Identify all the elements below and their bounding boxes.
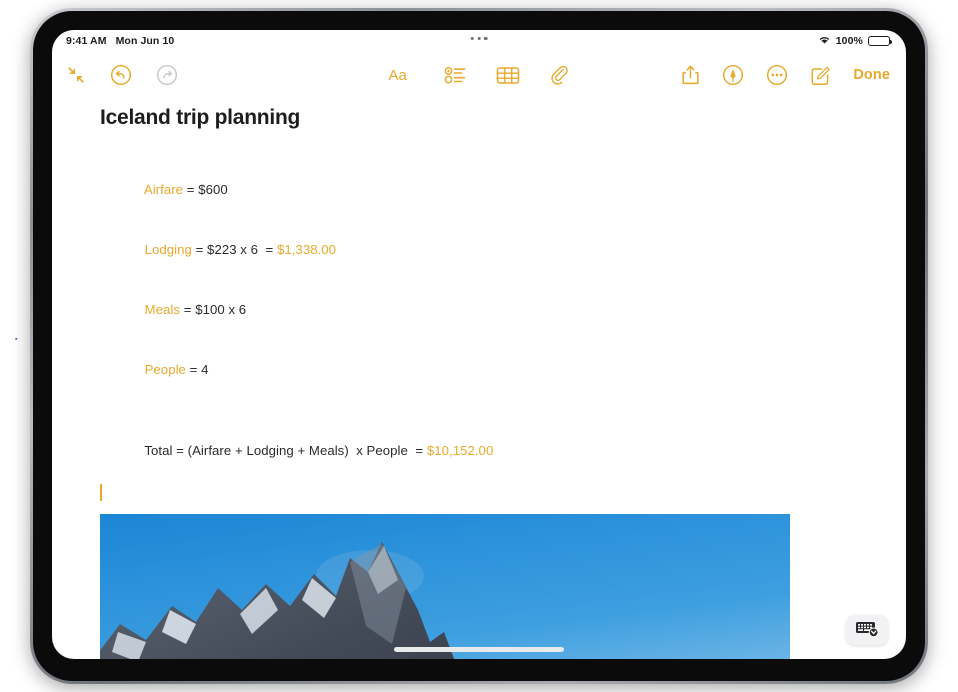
calc-variable: People bbox=[144, 362, 186, 377]
calc-total-line: Total = (Airfare + Lodging + Meals) x Pe… bbox=[100, 421, 906, 481]
keyboard-dismiss-icon bbox=[855, 620, 879, 641]
calculation-block: Airfare = $600 Lodging = $223 x 6 = $1,3… bbox=[100, 160, 906, 481]
redo-icon bbox=[156, 64, 178, 86]
text-format-button[interactable]: Aa bbox=[389, 65, 415, 85]
home-indicator[interactable] bbox=[394, 647, 564, 652]
mountain-photo-image bbox=[100, 514, 790, 659]
calc-result: $1,338.00 bbox=[276, 242, 337, 257]
attachment-button[interactable] bbox=[550, 65, 570, 86]
redo-button[interactable] bbox=[156, 64, 178, 86]
keyboard-dismiss-button[interactable] bbox=[846, 615, 888, 645]
status-bar: 9:41 AM Mon Jun 10 100% bbox=[52, 30, 906, 52]
table-icon bbox=[496, 66, 520, 85]
calc-variable: Meals bbox=[144, 302, 181, 317]
markup-button[interactable] bbox=[722, 64, 744, 86]
collapse-button[interactable] bbox=[66, 65, 86, 85]
note-body[interactable]: Iceland trip planning Airfare = $600 Lod… bbox=[52, 98, 906, 659]
calc-line: Meals = $100 x 6 bbox=[100, 280, 906, 340]
undo-icon bbox=[110, 64, 132, 86]
table-button[interactable] bbox=[496, 66, 520, 85]
wifi-icon bbox=[818, 35, 831, 48]
text-cursor bbox=[100, 484, 102, 501]
handle-dot bbox=[477, 37, 481, 41]
calc-expression: = $100 x 6 bbox=[180, 302, 247, 317]
calc-variable: Airfare bbox=[143, 182, 184, 197]
svg-text:Aa: Aa bbox=[389, 67, 408, 84]
more-ellipsis-icon bbox=[766, 64, 788, 86]
calc-total-expression: Total = (Airfare + Lodging + Meals) x Pe… bbox=[144, 443, 427, 458]
toolbar-left-group bbox=[66, 64, 178, 86]
compose-button[interactable] bbox=[810, 65, 831, 86]
aa-text-format-icon: Aa bbox=[389, 65, 415, 85]
ipad-device-frame: 9:41 AM Mon Jun 10 100% Aa Done Iceland … bbox=[30, 8, 928, 684]
page-title: Iceland trip planning bbox=[100, 106, 301, 129]
screen: 9:41 AM Mon Jun 10 100% Aa Done Iceland … bbox=[52, 30, 906, 659]
calc-line: Lodging = $223 x 6 = $1,338.00 bbox=[100, 220, 906, 280]
calc-expression: = $223 x 6 = bbox=[191, 242, 277, 257]
undo-button[interactable] bbox=[110, 64, 132, 86]
calc-line: Airfare = $600 bbox=[100, 160, 906, 220]
calc-expression: = $600 bbox=[183, 182, 228, 197]
handle-dot bbox=[484, 37, 488, 41]
status-time: 9:41 AM bbox=[66, 35, 107, 47]
paperclip-icon bbox=[550, 65, 570, 86]
device-bezel: 9:41 AM Mon Jun 10 100% Aa Done Iceland … bbox=[33, 11, 925, 681]
toolbar-center-group: Aa bbox=[389, 65, 570, 86]
calc-variable: Lodging bbox=[144, 242, 192, 257]
share-icon bbox=[681, 64, 700, 86]
collapse-arrows-icon bbox=[66, 65, 86, 85]
checklist-button[interactable] bbox=[444, 65, 467, 85]
calc-expression: = 4 bbox=[185, 362, 209, 377]
battery-percent-label: 100% bbox=[835, 35, 863, 47]
status-date: Mon Jun 10 bbox=[115, 35, 175, 47]
toolbar-right-group: Done bbox=[681, 64, 890, 86]
checklist-icon bbox=[444, 65, 467, 85]
handle-dot bbox=[470, 37, 474, 41]
done-button[interactable]: Done bbox=[853, 67, 890, 83]
more-button[interactable] bbox=[766, 64, 788, 86]
battery-icon bbox=[868, 35, 892, 47]
status-bar-left: 9:41 AM Mon Jun 10 bbox=[66, 35, 174, 47]
calc-total-result: $10,152.00 bbox=[426, 443, 494, 458]
photo-attachment[interactable] bbox=[100, 514, 790, 659]
bezel-edge-marker: ▪ bbox=[15, 336, 18, 343]
calc-line: People = 4 bbox=[100, 340, 906, 400]
status-bar-right: 100% bbox=[818, 35, 892, 48]
share-button[interactable] bbox=[681, 64, 700, 86]
notes-toolbar: Aa Done bbox=[52, 52, 906, 98]
compose-pencil-icon bbox=[810, 65, 831, 86]
multitask-handle-icon[interactable] bbox=[470, 37, 488, 41]
markup-pen-icon bbox=[722, 64, 744, 86]
